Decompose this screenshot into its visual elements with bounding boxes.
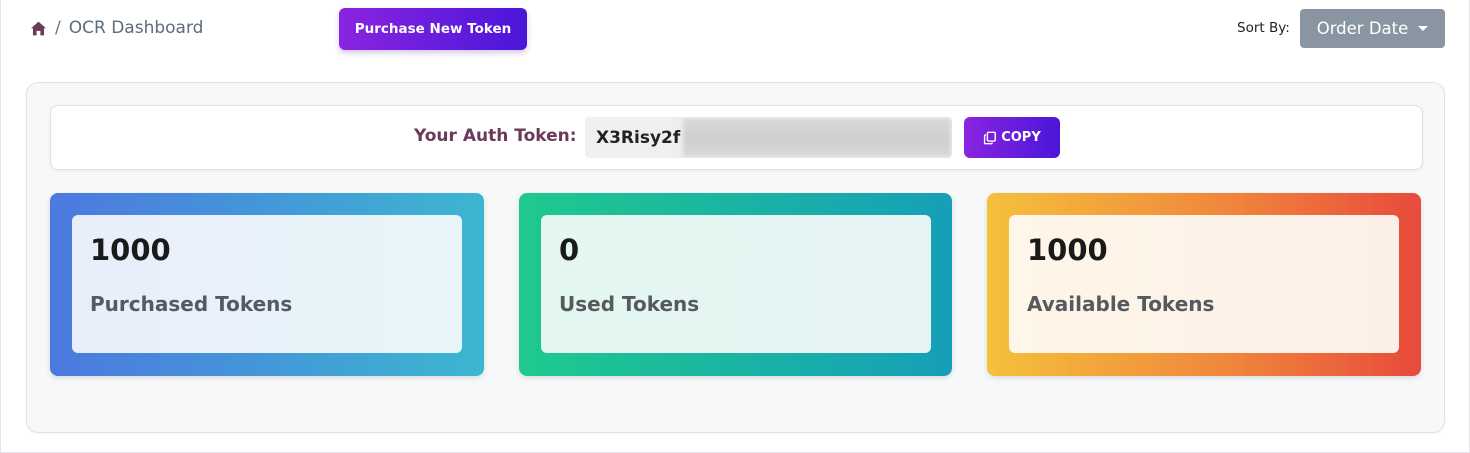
stat-inner-panel: 1000 Purchased Tokens: [72, 215, 462, 353]
used-tokens-label: Used Tokens: [559, 292, 700, 316]
available-tokens-value: 1000: [1027, 233, 1108, 267]
token-redaction-blur: [683, 118, 951, 157]
available-tokens-card: 1000 Available Tokens: [987, 193, 1421, 376]
sort-by-label: Sort By:: [1237, 20, 1290, 36]
available-tokens-label: Available Tokens: [1027, 292, 1215, 316]
breadcrumb-separator: /: [55, 18, 61, 38]
sort-dropdown[interactable]: Order Date: [1300, 9, 1445, 48]
copy-button-label: COPY: [1001, 130, 1041, 145]
main-card: Your Auth Token: X3Risy2f COPY 1000 Purc…: [26, 82, 1445, 433]
purchase-new-token-button[interactable]: Purchase New Token: [339, 8, 527, 50]
caret-down-icon: [1418, 26, 1429, 31]
copy-icon: [983, 131, 997, 145]
used-tokens-value: 0: [559, 233, 580, 267]
stat-inner-panel: 1000 Available Tokens: [1009, 215, 1399, 353]
dashboard-page: / OCR Dashboard Purchase New Token Sort …: [0, 0, 1470, 453]
auth-token-value: X3Risy2f: [596, 127, 681, 148]
stat-inner-panel: 0 Used Tokens: [541, 215, 931, 353]
auth-token-label: Your Auth Token:: [414, 126, 577, 146]
auth-token-field[interactable]: X3Risy2f: [585, 117, 952, 158]
purchased-tokens-value: 1000: [90, 233, 171, 267]
purchased-tokens-label: Purchased Tokens: [90, 292, 293, 316]
copy-token-button[interactable]: COPY: [964, 117, 1060, 158]
home-icon[interactable]: [30, 20, 47, 37]
auth-token-bar: Your Auth Token: X3Risy2f COPY: [50, 105, 1423, 170]
breadcrumb-current: OCR Dashboard: [68, 18, 204, 38]
purchased-tokens-card: 1000 Purchased Tokens: [50, 193, 484, 376]
sort-dropdown-value: Order Date: [1316, 19, 1409, 38]
breadcrumb: / OCR Dashboard: [30, 18, 203, 38]
used-tokens-card: 0 Used Tokens: [519, 193, 952, 376]
